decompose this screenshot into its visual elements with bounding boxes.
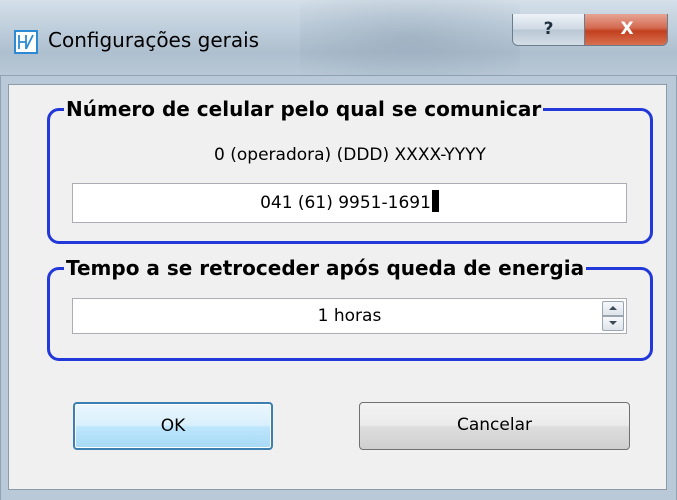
- cancel-button[interactable]: Cancelar: [359, 402, 630, 450]
- rollback-time-group: Tempo a se retroceder após queda de ener…: [47, 256, 653, 361]
- rollback-hours-spinbox[interactable]: 1 horas: [72, 298, 627, 334]
- rollback-time-group-title: Tempo a se retroceder após queda de ener…: [64, 256, 587, 280]
- phone-number-value: 041 (61) 9951-1691: [260, 193, 431, 213]
- phone-number-input[interactable]: 041 (61) 9951-1691: [72, 183, 627, 223]
- spin-up-icon[interactable]: [602, 301, 624, 316]
- window-title: Configurações gerais: [48, 28, 260, 52]
- app-icon: [14, 30, 38, 54]
- title-bar[interactable]: Configurações gerais ? X: [0, 0, 677, 76]
- settings-dialog: Configurações gerais ? X Número de celul…: [0, 0, 677, 500]
- caption-buttons: ? X: [512, 14, 668, 46]
- text-cursor: [431, 190, 439, 212]
- phone-number-group: Número de celular pelo qual se comunicar…: [47, 97, 653, 244]
- rollback-hours-value: 1 horas: [317, 306, 382, 326]
- close-button[interactable]: X: [585, 14, 667, 45]
- phone-number-group-title: Número de celular pelo qual se comunicar: [64, 97, 544, 121]
- dialog-body: Número de celular pelo qual se comunicar…: [8, 84, 667, 490]
- spin-down-icon[interactable]: [602, 316, 624, 331]
- spinner-arrows[interactable]: [602, 301, 624, 331]
- phone-format-hint: 0 (operadora) (DDD) XXXX-YYYY: [214, 145, 486, 165]
- help-button[interactable]: ?: [513, 14, 585, 45]
- ok-button[interactable]: OK: [73, 402, 273, 450]
